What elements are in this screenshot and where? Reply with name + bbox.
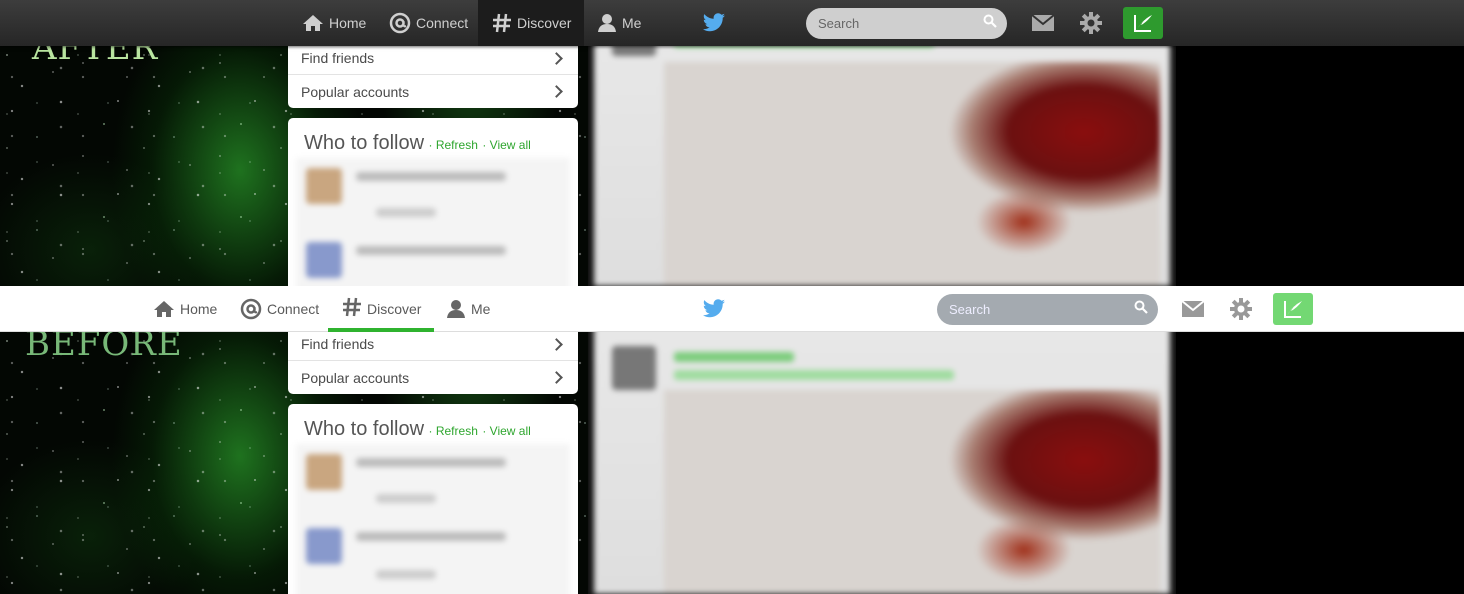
before-panel: Find friends Popular accounts Who to fol… xyxy=(0,286,1464,594)
refresh-link[interactable]: · Refresh xyxy=(429,424,478,438)
refresh-link[interactable]: · Refresh xyxy=(429,138,478,152)
nav-me[interactable]: Me xyxy=(597,0,641,46)
accounts-card: Find friends Popular accounts xyxy=(288,42,578,108)
who-to-follow-title: Who to follow xyxy=(304,418,425,440)
view-all-link[interactable]: · View all xyxy=(482,138,530,152)
compose-tweet-button[interactable] xyxy=(1273,293,1313,325)
nav-connect[interactable]: Connect xyxy=(389,0,468,46)
nav-home[interactable]: Home xyxy=(153,286,217,332)
gear-icon xyxy=(1080,12,1102,34)
settings-button[interactable] xyxy=(1228,296,1254,322)
compose-tweet-button[interactable] xyxy=(1123,7,1163,39)
compose-icon xyxy=(1284,301,1302,318)
search-input[interactable] xyxy=(806,8,1007,39)
chevron-right-icon xyxy=(550,51,563,65)
compose-icon xyxy=(1134,15,1152,32)
me-icon xyxy=(447,300,465,318)
chevron-right-icon xyxy=(550,85,563,98)
gear-icon xyxy=(1230,298,1252,320)
discover-icon xyxy=(343,297,361,317)
find-friends-link[interactable]: Find friends xyxy=(288,328,578,361)
nav-me[interactable]: Me xyxy=(446,286,490,332)
tweet-card xyxy=(594,286,1170,594)
who-to-follow-title: Who to follow xyxy=(304,132,425,154)
popular-accounts-link[interactable]: Popular accounts xyxy=(288,75,578,108)
suggestion-list xyxy=(296,158,570,286)
settings-button[interactable] xyxy=(1078,10,1104,36)
me-icon xyxy=(598,14,616,32)
popular-accounts-link[interactable]: Popular accounts xyxy=(288,361,578,394)
connect-icon xyxy=(389,12,411,34)
search-input[interactable] xyxy=(937,294,1158,325)
search-icon[interactable] xyxy=(983,14,997,28)
nav-discover[interactable]: Discover xyxy=(478,0,585,46)
tweet-stream xyxy=(588,286,1176,594)
nav-home[interactable]: Home xyxy=(302,0,366,46)
nav-connect[interactable]: Connect xyxy=(240,286,319,332)
top-nav-after: Home Connect Discover Me xyxy=(0,0,1464,46)
top-nav-before: Home Connect Discover Me xyxy=(0,286,1464,332)
accounts-card: Find friends Popular accounts xyxy=(288,328,578,394)
who-to-follow-card: Who to follow · Refresh · View all xyxy=(288,118,578,286)
discover-icon xyxy=(493,13,511,33)
messages-icon xyxy=(1031,14,1055,31)
twitter-bird-icon[interactable] xyxy=(702,299,726,319)
chevron-right-icon xyxy=(550,371,563,384)
search-icon[interactable] xyxy=(1134,300,1148,314)
home-icon xyxy=(154,301,174,317)
messages-button[interactable] xyxy=(1030,10,1056,36)
nav-discover[interactable]: Discover xyxy=(328,286,435,332)
home-icon xyxy=(303,15,323,31)
find-friends-link[interactable]: Find friends xyxy=(288,42,578,75)
messages-icon xyxy=(1181,300,1205,317)
who-to-follow-card: Who to follow · Refresh · View all xyxy=(288,404,578,594)
view-all-link[interactable]: · View all xyxy=(482,424,530,438)
chevron-right-icon xyxy=(550,337,563,351)
twitter-bird-icon[interactable] xyxy=(702,13,726,33)
suggestion-list xyxy=(296,444,570,594)
connect-icon xyxy=(240,298,262,320)
messages-button[interactable] xyxy=(1180,296,1206,322)
